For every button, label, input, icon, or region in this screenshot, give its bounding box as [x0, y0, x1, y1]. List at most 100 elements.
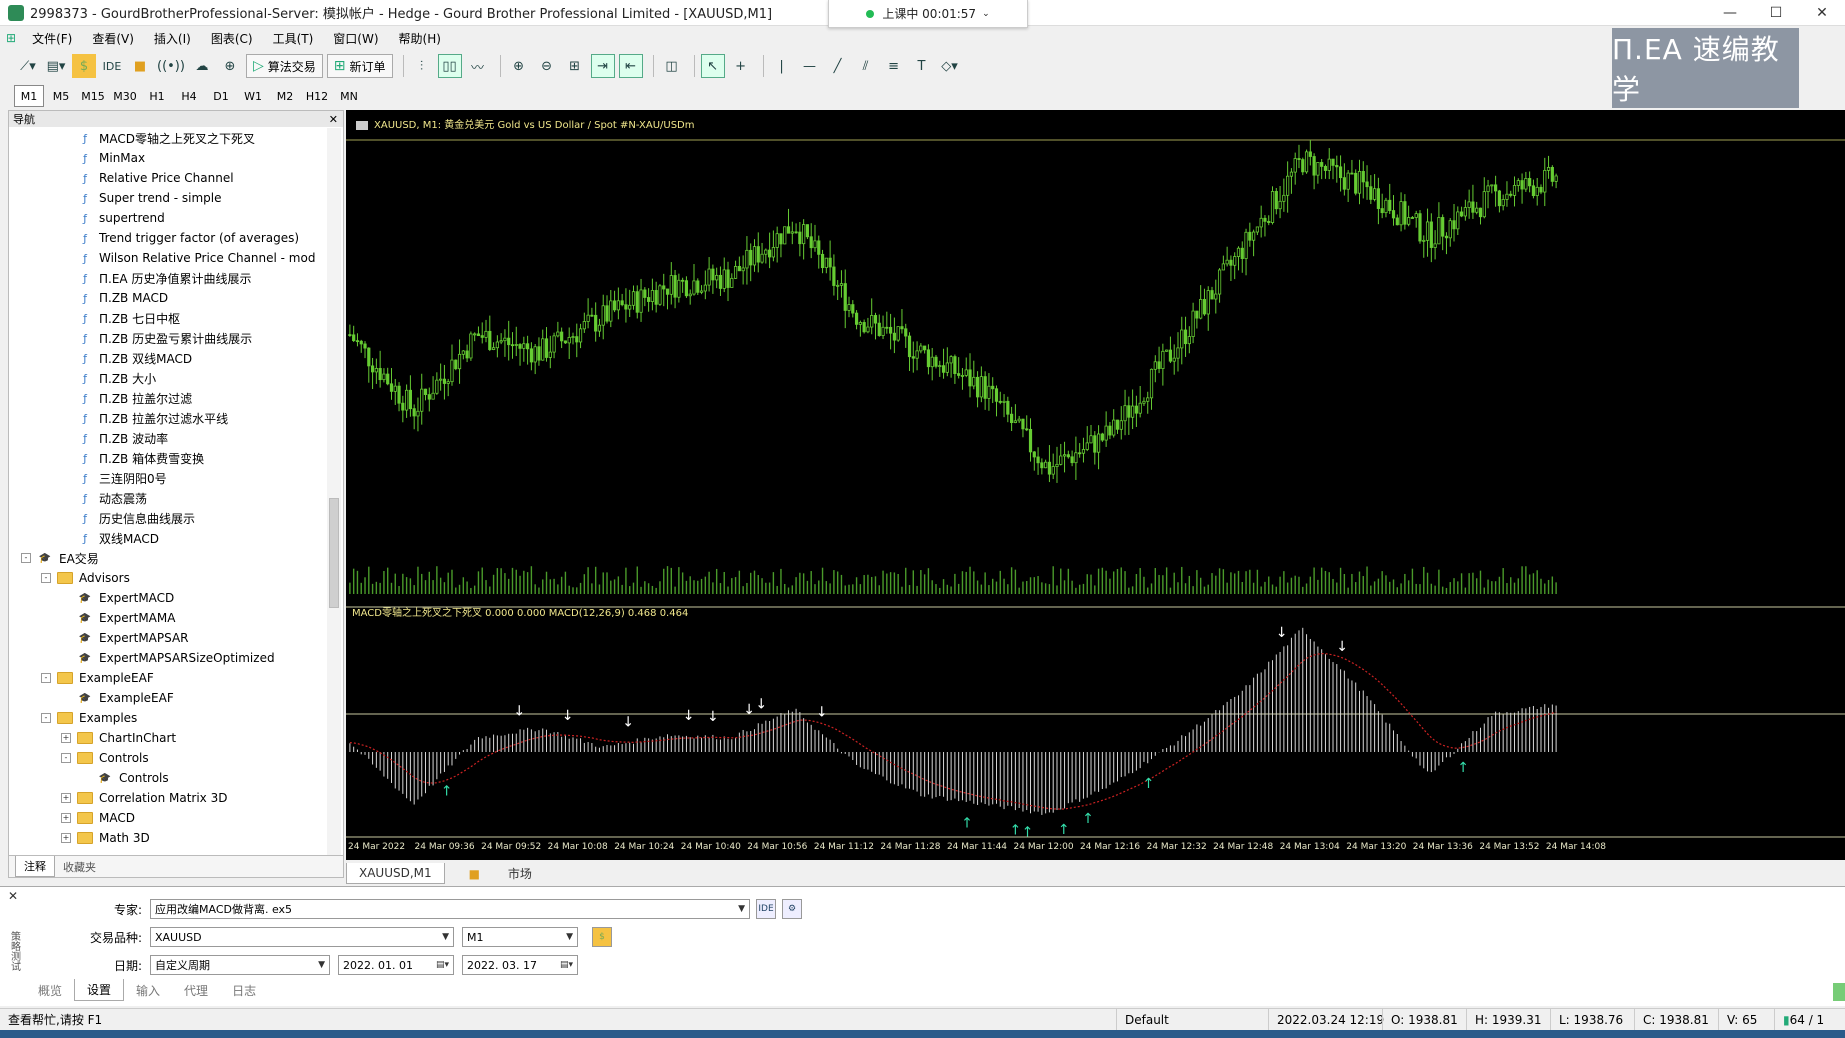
tab-notes[interactable]: 注释 [15, 856, 55, 877]
maximize-button[interactable]: ☐ [1753, 0, 1799, 26]
tree-item[interactable]: - Examples [9, 708, 325, 728]
tf-w1[interactable]: W1 [238, 85, 268, 107]
tree-item[interactable]: + ChartInChart [9, 728, 325, 748]
screenshot-icon[interactable]: ◫ [660, 54, 684, 78]
new-chart-icon[interactable]: ⟋▾ [16, 54, 40, 78]
tree-item[interactable]: ƒ 双线MACD [9, 528, 325, 548]
symbol-select[interactable]: XAUUSD ▼ [150, 927, 454, 947]
chart-menu-icon[interactable] [356, 120, 368, 130]
navigator-scrollbar[interactable] [327, 128, 341, 856]
crosshair-icon[interactable]: + [729, 54, 753, 78]
tf-d1[interactable]: D1 [206, 85, 236, 107]
tree-item[interactable]: ƒ Relative Price Channel [9, 168, 325, 188]
tree-item[interactable]: ƒ П.ZB 七日中枢 [9, 308, 325, 328]
tree-item[interactable]: 🎓 ExpertMAPSARSizeOptimized [9, 648, 325, 668]
minimize-button[interactable]: — [1707, 0, 1753, 26]
collapse-icon[interactable]: - [41, 713, 51, 723]
collapse-icon[interactable]: - [61, 753, 71, 763]
lock-icon[interactable]: ■ [128, 54, 152, 78]
date-mode-select[interactable]: 自定义周期 ▼ [150, 955, 330, 975]
price-chart[interactable]: ↓ ↓ ↓ ↓ ↓ ↓ ↓ ↓↓↓↑↑ ↑ ↑ ↑↑↑↑24 Mar 2022 24 Mar 09:3… [346, 110, 1845, 860]
tree-item[interactable]: + MACD [9, 808, 325, 828]
vertical-line-icon[interactable]: | [770, 54, 794, 78]
tab-favorites[interactable]: 收藏夹 [55, 857, 104, 877]
grid-icon[interactable]: ⊞ [563, 54, 587, 78]
tab-overview[interactable]: 概览 [26, 980, 74, 1001]
trendline-icon[interactable]: ╱ [826, 54, 850, 78]
menu-tools[interactable]: 工具(T) [263, 30, 324, 47]
signal-icon[interactable]: ((•)) [156, 54, 186, 78]
menu-view[interactable]: 查看(V) [82, 30, 144, 47]
tree-item[interactable]: 🎓 ExpertMAPSAR [9, 628, 325, 648]
tf-m2[interactable]: M2 [270, 85, 300, 107]
collapse-icon[interactable]: - [41, 573, 51, 583]
menu-window[interactable]: 窗口(W) [323, 30, 388, 47]
bar-chart-icon[interactable]: ⫶ [410, 54, 434, 78]
menu-insert[interactable]: 插入(I) [144, 30, 201, 47]
tree-item[interactable]: - Advisors [9, 568, 325, 588]
tree-item[interactable]: ƒ П.ZB 历史盈亏累计曲线展示 [9, 328, 325, 348]
tree-item[interactable]: ƒ П.ZB 拉盖尔过滤 [9, 388, 325, 408]
tree-item[interactable]: + Correlation Matrix 3D [9, 788, 325, 808]
tf-m15[interactable]: M15 [78, 85, 108, 107]
tree-item[interactable]: ƒ MACD零轴之上死叉之下死叉 [9, 128, 325, 148]
tree-item[interactable]: ƒ Trend trigger factor (of averages) [9, 228, 325, 248]
cloud-icon[interactable]: ☁ [190, 54, 214, 78]
tree-item[interactable]: + Math 3D [9, 828, 325, 848]
globe-icon[interactable]: ⊕ [218, 54, 242, 78]
period-select[interactable]: M1 ▼ [462, 927, 578, 947]
date-to-field[interactable]: 2022. 03. 17 ▤▾ [462, 955, 578, 975]
symbol-properties-icon[interactable]: $ [592, 927, 612, 947]
tree-item[interactable]: - Controls [9, 748, 325, 768]
tree-item[interactable]: ƒ П.ZB 大小 [9, 368, 325, 388]
collapse-icon[interactable]: - [21, 553, 31, 563]
tf-h4[interactable]: H4 [174, 85, 204, 107]
text-icon[interactable]: T [910, 54, 934, 78]
expert-select[interactable]: 应用改编MACD做背离. ex5 ▼ [150, 899, 750, 919]
tree-item[interactable]: ƒ П.EA 历史净值累计曲线展示 [9, 268, 325, 288]
close-icon[interactable]: ✕ [329, 113, 343, 126]
tab-inputs[interactable]: 输入 [124, 980, 172, 1001]
tab-settings[interactable]: 设置 [74, 979, 125, 1001]
tree-item[interactable]: 🎓 Controls [9, 768, 325, 788]
algo-trading-button[interactable]: ▷ 算法交易 [245, 54, 323, 78]
candlestick-icon[interactable]: ▯▯ [437, 54, 462, 78]
market-watch-icon[interactable]: $ [72, 54, 96, 78]
expand-icon[interactable]: + [61, 733, 71, 743]
menu-help[interactable]: 帮助(H) [389, 30, 451, 47]
profiles-icon[interactable]: ▤▾ [44, 54, 68, 78]
fibonacci-icon[interactable]: ≡ [882, 54, 906, 78]
tree-item[interactable]: - 🎓 EA交易 [9, 548, 325, 568]
live-indicator[interactable]: 上课中 00:01:57 ⌄ [828, 0, 1028, 28]
settings-gear-icon[interactable]: ⚙ [782, 899, 802, 919]
tree-item[interactable]: ƒ П.ZB 双线MACD [9, 348, 325, 368]
collapse-icon[interactable]: - [41, 673, 51, 683]
expand-icon[interactable]: + [61, 833, 71, 843]
tree-item[interactable]: - ExampleEAF [9, 668, 325, 688]
tree-item[interactable]: ƒ Wilson Relative Price Channel - mod [9, 248, 325, 268]
tree-item[interactable]: ƒ П.ZB 波动率 [9, 428, 325, 448]
horizontal-line-icon[interactable]: — [798, 54, 822, 78]
tf-m5[interactable]: M5 [46, 85, 76, 107]
tab-market[interactable]: ■ 市场 [445, 862, 556, 885]
tree-item[interactable]: ƒ supertrend [9, 208, 325, 228]
tf-h1[interactable]: H1 [142, 85, 172, 107]
expand-icon[interactable]: + [61, 793, 71, 803]
start-indicator[interactable] [1833, 983, 1845, 1001]
menu-charts[interactable]: 图表(C) [201, 30, 263, 47]
tf-h12[interactable]: H12 [302, 85, 332, 107]
tf-m30[interactable]: M30 [110, 85, 140, 107]
chart-area[interactable]: ↓ ↓ ↓ ↓ ↓ ↓ ↓ ↓ ↓ ↓ ↑ ↑ ↑ ↑ ↑ ↑ ↑ ↑ 24 Mar 2022 24 Mar 09:3… [346, 110, 1845, 860]
tree-item[interactable]: 🎓 ExpertMAMA [9, 608, 325, 628]
tf-mn[interactable]: MN [334, 85, 364, 107]
scrollbar-thumb[interactable] [329, 498, 339, 608]
ide-button[interactable]: IDE [756, 899, 776, 919]
line-chart-icon[interactable]: 〰 [466, 54, 490, 78]
tree-item[interactable]: ƒ П.ZB MACD [9, 288, 325, 308]
tree-item[interactable]: ƒ П.ZB 拉盖尔过滤水平线 [9, 408, 325, 428]
tree-item[interactable]: ƒ П.ZB 箱体费雪变换 [9, 448, 325, 468]
tree-item[interactable]: 🎓 ExampleEAF [9, 688, 325, 708]
tab-xauusd-m1[interactable]: XAUUSD,M1 [346, 862, 445, 884]
new-order-button[interactable]: ⊞ 新订单 [326, 54, 393, 78]
tree-item[interactable]: ƒ Super trend - simple [9, 188, 325, 208]
